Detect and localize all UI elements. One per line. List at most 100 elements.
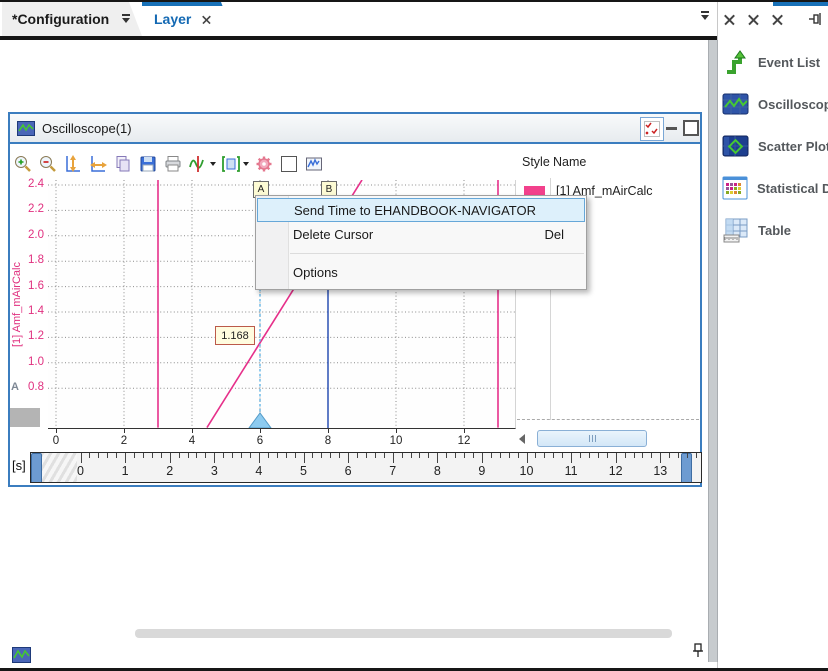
ruler-tick (223, 453, 224, 458)
vertical-splitter[interactable] (708, 40, 718, 662)
context-menu: Send Time to EHANDBOOK-NAVIGATOR Delete … (255, 195, 587, 290)
ruler-tick (580, 453, 581, 458)
zoom-in-icon (13, 154, 33, 174)
ruler-tick (348, 453, 349, 463)
ruler-tick (500, 453, 501, 458)
oscilloscope-view-icon (304, 154, 324, 174)
ruler-number: 8 (426, 464, 448, 478)
palette-item-label: Event List (758, 55, 820, 70)
ruler-tick (687, 453, 688, 458)
window-titlebar[interactable]: Oscilloscope(1) (10, 114, 700, 142)
ruler-tick (616, 453, 617, 463)
palette-item-scatter-plot[interactable]: Scatter Plot (722, 126, 828, 166)
x-tick-mark (396, 429, 397, 433)
maximize-button[interactable] (683, 120, 699, 136)
close-icon[interactable] (202, 15, 211, 24)
print-button[interactable] (162, 153, 183, 175)
fit-x-axis-icon (88, 154, 108, 174)
legend-style-header: Style (522, 155, 550, 169)
ruler-tick (446, 453, 447, 458)
ruler-unit-label: [s] (12, 458, 26, 473)
ruler-tick (116, 453, 117, 458)
chevron-down-icon[interactable] (121, 14, 131, 24)
tab-configuration[interactable]: *Configuration (2, 2, 142, 36)
minimize-button[interactable] (666, 127, 677, 130)
ruler-tick (375, 453, 376, 458)
ruler-tick (339, 453, 340, 458)
copy-button[interactable] (112, 153, 133, 175)
scatter-plot-icon (722, 135, 749, 157)
ruler-tick (232, 453, 233, 458)
legend-scrollbar-thumb[interactable] (537, 430, 647, 447)
ruler-tick (152, 453, 153, 458)
marker-list-button[interactable] (640, 117, 664, 141)
palette-item-table[interactable]: Table (722, 210, 828, 250)
horizontal-scrollbar-thumb[interactable] (135, 629, 672, 638)
zoom-in-button[interactable] (12, 153, 33, 175)
ruler-number: 11 (560, 464, 582, 478)
ruler-tick (357, 453, 358, 458)
unpin-icon[interactable] (691, 642, 705, 659)
ruler-tick (277, 453, 278, 458)
save-button[interactable] (137, 153, 158, 175)
ruler-tick (419, 453, 420, 458)
menu-item-options[interactable]: Options (256, 260, 586, 284)
oscilloscope-mini-icon (17, 121, 35, 136)
fit-y-axis-button[interactable] (62, 153, 83, 175)
x-tick-mark (192, 429, 193, 433)
ruler-tick (250, 453, 251, 458)
ruler-tick (527, 453, 528, 463)
y-tick-label: 1.2 (14, 330, 44, 342)
y-axis-scrollbar[interactable] (10, 408, 40, 427)
y-tick-label: 2.4 (14, 178, 44, 190)
dropdown-arrow-icon (210, 162, 216, 166)
ruler-tick (89, 453, 90, 458)
ruler-tick (437, 453, 438, 463)
signal-layout-button[interactable] (220, 153, 249, 175)
fit-x-axis-button[interactable] (87, 153, 108, 175)
ruler-tick (625, 453, 626, 458)
ruler-tick (660, 453, 661, 463)
ruler-tick (482, 453, 483, 463)
palette-item-event-list[interactable]: Event List (722, 42, 828, 82)
tab-layer[interactable]: Layer (142, 2, 234, 36)
menu-item-send-time[interactable]: Send Time to EHANDBOOK-NAVIGATOR (257, 198, 585, 222)
pin-icon[interactable] (808, 11, 824, 27)
active-tab-indicator (142, 2, 234, 6)
copy-icon (113, 154, 133, 174)
ruler-tick (188, 453, 189, 458)
tabbar-separator (0, 36, 828, 40)
ruler-tick (464, 453, 465, 458)
blank-box-button[interactable] (278, 153, 299, 175)
legend-name-header: Name (553, 155, 586, 169)
time-ruler[interactable]: 012345678910111213 (30, 452, 702, 483)
dropdown-arrow-icon (243, 162, 249, 166)
oscilloscope-toolbar (12, 150, 572, 178)
signal-layout-icon (221, 154, 241, 174)
ruler-tick (642, 453, 643, 458)
menu-item-delete-cursor[interactable]: Delete Cursor Del (256, 222, 586, 246)
window-title: Oscilloscope(1) (42, 121, 132, 136)
palette-panel: Event List Oscilloscope Scatter Plot (717, 2, 828, 668)
y-tick-label: 0.8 (14, 381, 44, 393)
scroll-left-arrow[interactable] (519, 434, 525, 444)
oscilloscope-window: Oscilloscope(1) (8, 112, 702, 487)
ruler-left-handle[interactable] (31, 453, 42, 483)
ruler-number: 9 (471, 464, 493, 478)
ruler-tick (553, 453, 554, 458)
palette-item-statistical-data[interactable]: Statistical Data (722, 168, 828, 208)
palette-item-oscilloscope[interactable]: Oscilloscope (722, 84, 828, 124)
ruler-tick (384, 453, 385, 458)
app-screen: *Configuration Layer Event List (0, 0, 828, 671)
settings-button[interactable] (253, 153, 274, 175)
signal-cursor-button[interactable] (187, 153, 216, 175)
zoom-out-button[interactable] (37, 153, 58, 175)
ruler-tick (402, 453, 403, 458)
x-tick-label: 10 (384, 435, 408, 447)
ruler-tick (455, 453, 456, 458)
oscilloscope-statusbar-icon[interactable] (12, 647, 31, 663)
oscilloscope-view-button[interactable] (303, 153, 324, 175)
x-tick-label: 8 (316, 435, 340, 447)
menu-shortcut: Del (544, 227, 574, 242)
tab-layer-label: Layer (142, 11, 191, 27)
